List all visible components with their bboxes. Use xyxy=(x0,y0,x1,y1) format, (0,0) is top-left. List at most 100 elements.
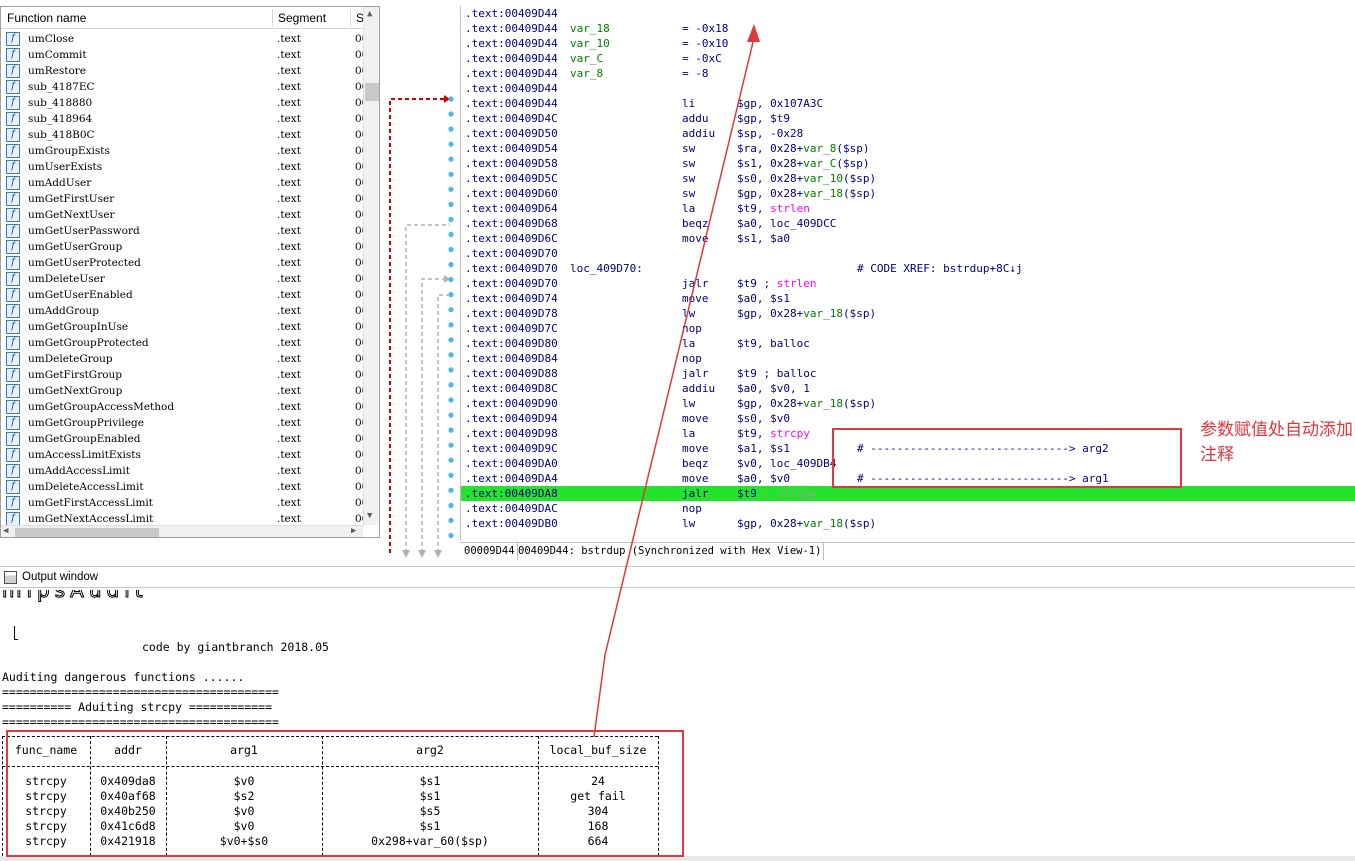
function-row[interactable]: f umGroupExists .text 00 xyxy=(1,143,363,159)
column-divider[interactable] xyxy=(350,9,351,27)
disasm-address: .text:00409D80 xyxy=(465,337,558,350)
function-row[interactable]: f sub_418964 .text 00 xyxy=(1,111,363,127)
scroll-left-icon[interactable]: ◀ xyxy=(3,526,8,536)
disasm-line[interactable]: .text:00409D74 move $a0, $s1 xyxy=(461,291,1355,306)
disasm-mnemonic: beqz xyxy=(682,217,709,230)
function-row[interactable]: f umDeleteGroup .text 00 xyxy=(1,351,363,367)
flow-dot xyxy=(448,246,454,253)
disasm-line[interactable]: .text:00409D44 var_18 = -0x18 xyxy=(461,21,1355,36)
function-row[interactable]: f umUserExists .text 00 xyxy=(1,159,363,175)
function-row[interactable]: f umGetFirstUser .text 00 xyxy=(1,191,363,207)
function-name: umGetNextUser xyxy=(28,209,115,221)
disasm-operand[interactable]: strlen xyxy=(777,277,817,290)
disasm-line[interactable]: .text:00409D80 la $t9, balloc xyxy=(461,336,1355,351)
function-row[interactable]: f umGetUserProtected .text 00 xyxy=(1,255,363,271)
function-name: sub_4187EC xyxy=(28,81,95,93)
function-row[interactable]: f umGetUserEnabled .text 00 xyxy=(1,287,363,303)
disasm-line[interactable]: .text:00409D64 la $t9, strlen xyxy=(461,201,1355,216)
function-row[interactable]: f umDeleteUser .text 00 xyxy=(1,271,363,287)
branch-arrow-gray xyxy=(402,224,450,558)
functions-horizontal-scrollbar[interactable]: ◀ ▶ xyxy=(1,525,363,537)
disasm-operand[interactable]: strcpy xyxy=(770,427,810,440)
function-row[interactable]: f umGetGroupInUse .text 00 xyxy=(1,319,363,335)
disasm-line[interactable]: .text:00409D58 sw $s1, 0x28+var_C($sp) xyxy=(461,156,1355,171)
disasm-line[interactable]: .text:00409D90 lw $gp, 0x28+var_18($sp) xyxy=(461,396,1355,411)
function-row[interactable]: f umAddAccessLimit .text 00 xyxy=(1,463,363,479)
functions-window: Function name Segment S fumClose.text00f… xyxy=(0,6,380,538)
function-start: 00 xyxy=(355,497,363,509)
function-row[interactable]: f umAccessLimitExists .text 00 xyxy=(1,447,363,463)
function-name: sub_418964 xyxy=(28,113,93,125)
function-row[interactable]: f umAddUser .text 00 xyxy=(1,175,363,191)
disasm-var-value: = -0x18 xyxy=(682,22,729,35)
function-row[interactable]: f umGetUserPassword .text 00 xyxy=(1,223,363,239)
function-row[interactable]: f umAddGroup .text 00 xyxy=(1,303,363,319)
disasm-line[interactable]: .text:00409D44 li $gp, 0x107A3C xyxy=(461,96,1355,111)
function-row[interactable]: f umGetFirstAccessLimit .text 00 xyxy=(1,495,363,511)
scroll-down-icon[interactable]: ▼ xyxy=(367,511,372,521)
disasm-line[interactable]: .text:00409D44 var_10 = -0x10 xyxy=(461,36,1355,51)
disasm-line[interactable]: .text:00409D44 xyxy=(461,81,1355,96)
disasm-line[interactable]: .text:00409D68 beqz $a0, loc_409DCC xyxy=(461,216,1355,231)
auditing-line: Auditing dangerous functions ...... xyxy=(2,670,245,684)
disasm-line[interactable]: .text:00409D78 lw $gp, 0x28+var_18($sp) xyxy=(461,306,1355,321)
disasm-line[interactable]: .text:00409DB0 lw $gp, 0x28+var_18($sp) xyxy=(461,516,1355,531)
disasm-xref[interactable]: # CODE XREF: bstrdup+8C↓j xyxy=(857,261,1023,276)
function-row[interactable]: f sub_418B0C .text 00 xyxy=(1,127,363,143)
function-row[interactable]: f umGetGroupProtected .text 00 xyxy=(1,335,363,351)
disasm-line[interactable]: .text:00409D8C addiu $a0, $v0, 1 xyxy=(461,381,1355,396)
disasm-line[interactable]: .text:00409D70 jalr $t9 ; strlen xyxy=(461,276,1355,291)
disasm-line[interactable]: .text:00409D84 nop xyxy=(461,351,1355,366)
disasm-line[interactable]: .text:00409D60 sw $gp, 0x28+var_18($sp) xyxy=(461,186,1355,201)
scroll-thumb[interactable] xyxy=(365,83,379,101)
function-row[interactable]: f umDeleteAccessLimit .text 00 xyxy=(1,479,363,495)
function-row[interactable]: f umGetNextUser .text 00 xyxy=(1,207,363,223)
column-divider[interactable] xyxy=(272,9,273,27)
function-row[interactable]: f umGetGroupPrivilege .text 00 xyxy=(1,415,363,431)
scroll-thumb[interactable] xyxy=(15,528,159,537)
disasm-operand: $a0, $v0, 1 xyxy=(737,382,810,395)
functions-vertical-scrollbar[interactable]: ▲ ▼ xyxy=(363,7,379,525)
disasm-line[interactable]: .text:00409D44 xyxy=(461,6,1355,21)
disasm-line[interactable]: .text:00409D50 addiu $sp, -0x28 xyxy=(461,126,1355,141)
function-row[interactable]: f umGetUserGroup .text 00 xyxy=(1,239,363,255)
disasm-line[interactable]: .text:00409D4C addu $gp, $t9 xyxy=(461,111,1355,126)
disasm-operand: $s1, $a0 xyxy=(737,232,790,245)
disasm-line[interactable]: .text:00409D44 var_8 = -8 xyxy=(461,66,1355,81)
column-segment[interactable]: Segment xyxy=(278,11,326,25)
ascii-logo: mipsAudit xyxy=(2,590,148,603)
function-row[interactable]: f umGetGroupAccessMethod .text 00 xyxy=(1,399,363,415)
function-row[interactable]: f sub_4187EC .text 00 xyxy=(1,79,363,95)
function-segment: .text xyxy=(277,289,301,301)
function-row[interactable]: f umGetNextGroup .text 00 xyxy=(1,383,363,399)
disasm-line[interactable]: .text:00409D70 loc_409D70: # CODE XREF: bs… xyxy=(461,261,1355,276)
disasm-address: .text:00409D88 xyxy=(465,367,558,380)
disasm-line[interactable]: .text:00409D44 var_C = -0xC xyxy=(461,51,1355,66)
disasm-line[interactable]: .text:00409D70 xyxy=(461,246,1355,261)
function-row[interactable]: f umRestore .text 00 xyxy=(1,63,363,79)
function-row[interactable]: f umClose .text 00 xyxy=(1,31,363,47)
function-segment: .text xyxy=(277,449,301,461)
column-function-name[interactable]: Function name xyxy=(7,11,86,25)
function-segment: .text xyxy=(277,97,301,109)
disasm-operand[interactable]: strlen xyxy=(770,202,810,215)
function-row[interactable]: f umGetNextAccessLimit .text 00 xyxy=(1,511,363,525)
rule-line: ======================================== xyxy=(2,715,279,729)
function-row[interactable]: f umGetFirstGroup .text 00 xyxy=(1,367,363,383)
disasm-line[interactable]: .text:00409DAC nop xyxy=(461,501,1355,516)
scroll-right-icon[interactable]: ▶ xyxy=(351,526,356,536)
disasm-line[interactable]: .text:00409DA8 jalr $t9 ; strcpy xyxy=(461,486,1355,501)
disasm-line[interactable]: .text:00409D54 sw $ra, 0x28+var_8($sp) xyxy=(461,141,1355,156)
disasm-line[interactable]: .text:00409D7C nop xyxy=(461,321,1355,336)
function-row[interactable]: f umGetGroupEnabled .text 00 xyxy=(1,431,363,447)
function-row[interactable]: f umCommit .text 00 xyxy=(1,47,363,63)
scroll-up-icon[interactable]: ▲ xyxy=(367,9,372,19)
disasm-line[interactable]: .text:00409D5C sw $s0, 0x28+var_10($sp) xyxy=(461,171,1355,186)
function-row[interactable]: f sub_418880 .text 00 xyxy=(1,95,363,111)
disasm-mnemonic: la xyxy=(682,427,696,440)
disasm-line[interactable]: .text:00409D88 jalr $t9 ; balloc xyxy=(461,366,1355,381)
disasm-var-value: = -8 xyxy=(682,67,709,80)
disasm-label[interactable]: loc_409D70: xyxy=(570,261,643,276)
disasm-line[interactable]: .text:00409D6C move $s1, $a0 xyxy=(461,231,1355,246)
flow-dot xyxy=(448,397,454,403)
